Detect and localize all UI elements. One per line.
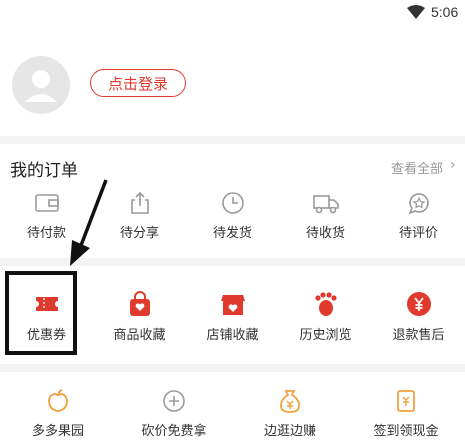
order-pending-receipt[interactable]: 待收货 [279, 190, 372, 241]
favorite-item-label: 退款售后 [392, 328, 445, 343]
checkin-icon [397, 390, 415, 412]
footprint-icon [314, 292, 337, 316]
truck-icon [312, 195, 339, 214]
browsing-history-entry[interactable]: 历史浏览 [279, 290, 372, 343]
status-time: 5:06 [431, 4, 459, 20]
browse-earn-entry[interactable]: 边逛边赚 [232, 388, 348, 439]
checkin-cash-entry[interactable]: 签到领现金 [348, 388, 464, 439]
service-item-label: 签到领现金 [373, 424, 439, 439]
favorite-item-label: 商品收藏 [113, 328, 166, 343]
bargain-icon [163, 390, 185, 412]
earn-icon [280, 390, 300, 413]
favorite-item-label: 店铺收藏 [206, 328, 259, 343]
coupon-icon [35, 297, 58, 311]
favorite-item-label: 历史浏览 [299, 328, 352, 343]
order-item-label: 待付款 [26, 226, 66, 241]
services-section: 多多果园 砍价免费拿 边逛边赚 签到领现金 [0, 372, 465, 446]
share-icon [130, 191, 149, 214]
review-icon [408, 193, 429, 215]
orchard-entry[interactable]: 多多果园 [0, 388, 116, 439]
order-item-label: 待发货 [212, 226, 252, 241]
shop-favorite-icon [220, 295, 245, 315]
coupons-entry[interactable]: 优惠券 [0, 290, 93, 343]
avatar[interactable] [12, 56, 70, 114]
bargain-entry[interactable]: 砍价免费拿 [116, 388, 232, 439]
order-item-label: 待收货 [305, 226, 345, 241]
favorites-section: 优惠券 商品收藏 店铺收藏 历史浏览 退款售后 [0, 266, 465, 364]
orchard-icon [48, 389, 68, 412]
wallet-icon [34, 194, 59, 212]
favorite-item-label: 优惠券 [26, 328, 66, 343]
order-pending-shipment[interactable]: 待发货 [186, 190, 279, 241]
product-favorites-entry[interactable]: 商品收藏 [93, 290, 186, 343]
service-item-label: 多多果园 [31, 424, 84, 439]
annotation-arrow [70, 179, 108, 266]
login-button[interactable]: 点击登录 [90, 69, 186, 97]
clock-icon [221, 192, 244, 214]
default-avatar-icon [25, 70, 57, 102]
product-favorite-icon [129, 291, 150, 316]
wifi-icon [407, 5, 425, 19]
profile-header: 点击登录 [0, 26, 465, 136]
service-item-label: 砍价免费拿 [141, 424, 207, 439]
order-item-label: 待分享 [119, 226, 159, 241]
refund-aftersale-entry[interactable]: 退款售后 [372, 290, 465, 343]
status-bar: 5:06 [0, 0, 465, 26]
view-all-orders-link[interactable]: 查看全部 [391, 158, 443, 177]
chevron-right-icon[interactable]: › [450, 157, 456, 173]
refund-icon [406, 292, 431, 316]
service-item-label: 边逛边赚 [263, 424, 316, 439]
shop-favorites-entry[interactable]: 店铺收藏 [186, 290, 279, 343]
order-item-label: 待评价 [398, 226, 438, 241]
order-pending-review[interactable]: 待评价 [372, 190, 465, 241]
